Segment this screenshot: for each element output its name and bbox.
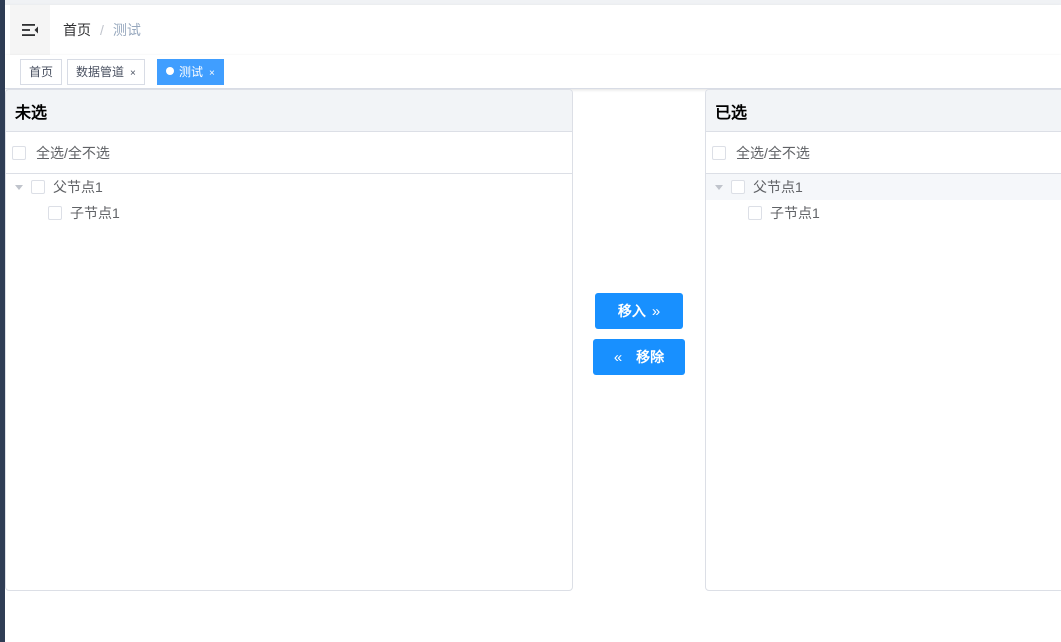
active-dot-icon bbox=[166, 67, 174, 75]
move-in-button[interactable]: 移入 » bbox=[595, 293, 683, 329]
select-all-label: 全选/全不选 bbox=[736, 144, 810, 161]
tree-node-child[interactable]: 子节点1 bbox=[6, 200, 572, 226]
tree-node-checkbox[interactable] bbox=[31, 180, 45, 194]
move-in-label: 移入 bbox=[617, 303, 646, 319]
tag-test[interactable]: 测试 × bbox=[157, 59, 224, 85]
tree-node-checkbox[interactable] bbox=[731, 180, 745, 194]
tree-node-child[interactable]: 子节点1 bbox=[706, 200, 1061, 226]
tag-label: 测试 bbox=[179, 65, 204, 79]
select-all-checkbox[interactable] bbox=[12, 145, 26, 160]
panel-title: 已选 bbox=[706, 90, 1061, 132]
tree-node-parent[interactable]: 父节点1 bbox=[6, 174, 572, 200]
caret-down-icon[interactable] bbox=[15, 184, 23, 190]
close-icon[interactable]: × bbox=[130, 68, 136, 79]
tree-node-label: 父节点1 bbox=[753, 179, 803, 195]
tree-node-label: 子节点1 bbox=[70, 205, 120, 221]
tag-label: 数据管道 bbox=[76, 65, 125, 79]
tag-home[interactable]: 首页 bbox=[20, 59, 63, 85]
caret-down-icon[interactable] bbox=[715, 184, 723, 190]
select-all-row[interactable]: 全选/全不选 bbox=[6, 132, 572, 174]
tags-view: 首页 数据管道 × 测试 × bbox=[5, 55, 1061, 89]
breadcrumb-current: 测试 bbox=[112, 22, 141, 38]
tree-node-label: 父节点1 bbox=[53, 179, 103, 195]
breadcrumb-home[interactable]: 首页 bbox=[63, 20, 91, 40]
tree-node-checkbox[interactable] bbox=[748, 206, 762, 220]
breadcrumb-separator: / bbox=[100, 22, 104, 38]
selected-panel: 已选 全选/全不选 父节点1 子节点1 bbox=[705, 89, 1061, 591]
tree-node-parent[interactable]: 父节点1 bbox=[706, 174, 1061, 200]
select-all-row[interactable]: 全选/全不选 bbox=[706, 132, 1061, 174]
select-all-checkbox[interactable] bbox=[712, 145, 726, 160]
hamburger-fold-icon[interactable] bbox=[10, 5, 50, 55]
double-right-icon: » bbox=[651, 302, 661, 320]
unselected-panel: 未选 全选/全不选 父节点1 子节点1 bbox=[5, 89, 573, 591]
tree-node-label: 子节点1 bbox=[770, 205, 820, 221]
tag-label: 首页 bbox=[29, 65, 54, 79]
remove-button[interactable]: « 移除 bbox=[593, 339, 685, 375]
select-all-label: 全选/全不选 bbox=[36, 144, 110, 161]
panel-title: 未选 bbox=[6, 90, 572, 132]
tree-node-checkbox[interactable] bbox=[48, 206, 62, 220]
breadcrumb: 首页 / 测试 bbox=[63, 5, 141, 55]
close-icon[interactable]: × bbox=[209, 68, 215, 79]
tag-data-pipeline[interactable]: 数据管道 × bbox=[67, 59, 145, 85]
navbar: 首页 / 测试 bbox=[5, 5, 1061, 55]
double-left-icon: « bbox=[613, 348, 623, 366]
remove-label: 移除 bbox=[636, 349, 665, 365]
